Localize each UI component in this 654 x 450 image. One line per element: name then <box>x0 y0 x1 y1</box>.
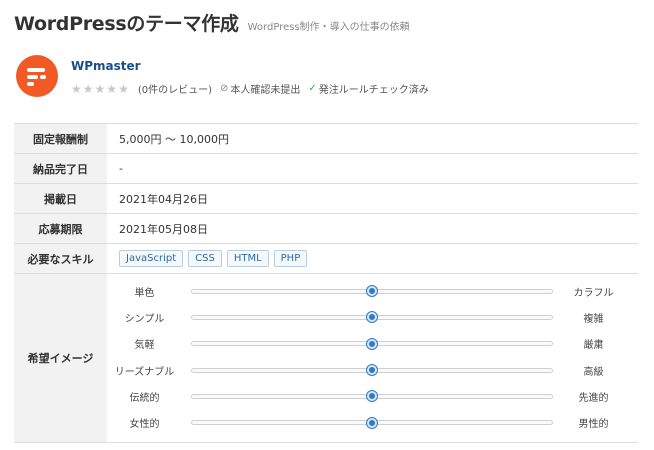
star-empty-icon: ★ <box>71 81 82 96</box>
skills-label: 必要なスキル <box>14 243 107 274</box>
fee-label: 固定報酬制 <box>14 123 107 154</box>
slider-row: リーズナブル 高級 <box>107 357 638 383</box>
brand-logo-icon <box>27 68 46 86</box>
page-subtitle: WordPress制作・導入の仕事の依頼 <box>247 22 410 33</box>
slider-left-label: リーズナブル <box>114 366 175 378</box>
slider-left-label: 伝統的 <box>129 392 160 404</box>
identity-badge: ⊘ 本人確認未提出 <box>220 81 300 96</box>
slider-right-label: 先進的 <box>578 392 609 404</box>
table-row: 固定報酬制 5,000円 ～ 10,000円 <box>14 123 638 154</box>
identity-badge-label: 本人確認未提出 <box>230 85 301 96</box>
job-details-table: 固定報酬制 5,000円 ～ 10,000円 納品完了日 - 掲載日 2021年… <box>14 123 638 443</box>
slider-knob[interactable] <box>367 312 377 323</box>
slider-track <box>191 417 553 428</box>
posted-label: 掲載日 <box>14 183 107 214</box>
slider-left-label: 気軽 <box>134 340 155 352</box>
client-name-link[interactable]: WPmaster <box>71 59 437 73</box>
rule-check-badge: ✓ 発注ルールチェック済み <box>308 81 428 96</box>
client-info: WPmaster ★ ★ ★ ★ ★ (0件のレビュー) ⊘ 本人確認未提出 ✓… <box>71 55 437 97</box>
slider-track <box>191 338 553 349</box>
slider-left-label: シンプル <box>124 313 165 325</box>
slider-row: 気軽 厳粛 <box>107 331 638 357</box>
client-avatar[interactable] <box>16 55 58 97</box>
rating-stars: ★ ★ ★ ★ ★ <box>71 83 130 95</box>
table-row: 応募期限 2021年05月08日 <box>14 213 638 244</box>
table-row: 希望イメージ 単色 カラフル シンプル 複雑 気軽 厳粛 リーズナブル 高級 伝… <box>14 273 638 443</box>
slider-left-label: 女性的 <box>129 419 160 431</box>
check-circle-icon: ⊘ <box>220 83 229 94</box>
slider-right-label: 複雑 <box>583 313 604 325</box>
skill-tag[interactable]: PHP <box>273 250 308 267</box>
slider-track <box>191 365 553 376</box>
table-row: 必要なスキル JavaScript CSS HTML PHP <box>14 243 638 274</box>
slider-row: 単色 カラフル <box>107 278 638 304</box>
client-meta: ★ ★ ★ ★ ★ (0件のレビュー) ⊘ 本人確認未提出 ✓ 発注ルールチェッ… <box>71 81 437 97</box>
slider-right-label: 男性的 <box>578 419 609 431</box>
slider-knob[interactable] <box>367 338 377 349</box>
delivery-label: 納品完了日 <box>14 153 107 184</box>
slider-row: 女性的 男性的 <box>107 409 638 435</box>
review-count[interactable]: (0件のレビュー) <box>138 81 212 96</box>
star-empty-icon: ★ <box>94 81 106 96</box>
slider-left-label: 単色 <box>134 287 155 299</box>
skill-tag[interactable]: JavaScript <box>119 250 184 267</box>
image-sliders-cell: 単色 カラフル シンプル 複雑 気軽 厳粛 リーズナブル 高級 伝統的 先進的 … <box>107 273 638 443</box>
star-empty-icon: ★ <box>82 81 94 96</box>
deadline-label: 応募期限 <box>14 213 107 244</box>
slider-knob[interactable] <box>367 286 377 297</box>
star-empty-icon: ★ <box>106 81 118 96</box>
skill-tag[interactable]: HTML <box>226 250 269 267</box>
star-empty-icon: ★ <box>118 81 129 96</box>
page-header: WordPressのテーマ作成 WordPress制作・導入の仕事の依頼 <box>14 9 410 36</box>
image-sliders: 単色 カラフル シンプル 複雑 気軽 厳粛 リーズナブル 高級 伝統的 先進的 … <box>107 274 638 442</box>
delivery-value: - <box>107 153 638 184</box>
fee-value: 5,000円 ～ 10,000円 <box>107 123 638 154</box>
slider-knob[interactable] <box>367 391 377 402</box>
slider-row: 伝統的 先進的 <box>107 383 638 409</box>
deadline-value: 2021年05月08日 <box>107 213 638 244</box>
check-circle-icon: ✓ <box>308 83 317 94</box>
client-section: WPmaster ★ ★ ★ ★ ★ (0件のレビュー) ⊘ 本人確認未提出 ✓… <box>16 55 437 97</box>
skills-value: JavaScript CSS HTML PHP <box>107 243 638 274</box>
slider-right-label: 厳粛 <box>583 340 604 352</box>
slider-track <box>191 286 553 297</box>
skill-tags: JavaScript CSS HTML PHP <box>119 250 638 267</box>
slider-track <box>191 391 553 402</box>
skill-tag[interactable]: CSS <box>188 250 222 267</box>
slider-right-label: 高級 <box>583 366 604 378</box>
slider-row: シンプル 複雑 <box>107 304 638 330</box>
slider-knob[interactable] <box>367 417 377 428</box>
slider-track <box>191 312 553 323</box>
image-label: 希望イメージ <box>14 273 107 443</box>
slider-right-label: カラフル <box>573 287 614 299</box>
page-title: WordPressのテーマ作成 <box>14 13 239 35</box>
slider-knob[interactable] <box>367 365 377 376</box>
table-row: 納品完了日 - <box>14 153 638 184</box>
table-row: 掲載日 2021年04月26日 <box>14 183 638 214</box>
posted-value: 2021年04月26日 <box>107 183 638 214</box>
rule-check-badge-label: 発注ルールチェック済み <box>318 85 429 96</box>
